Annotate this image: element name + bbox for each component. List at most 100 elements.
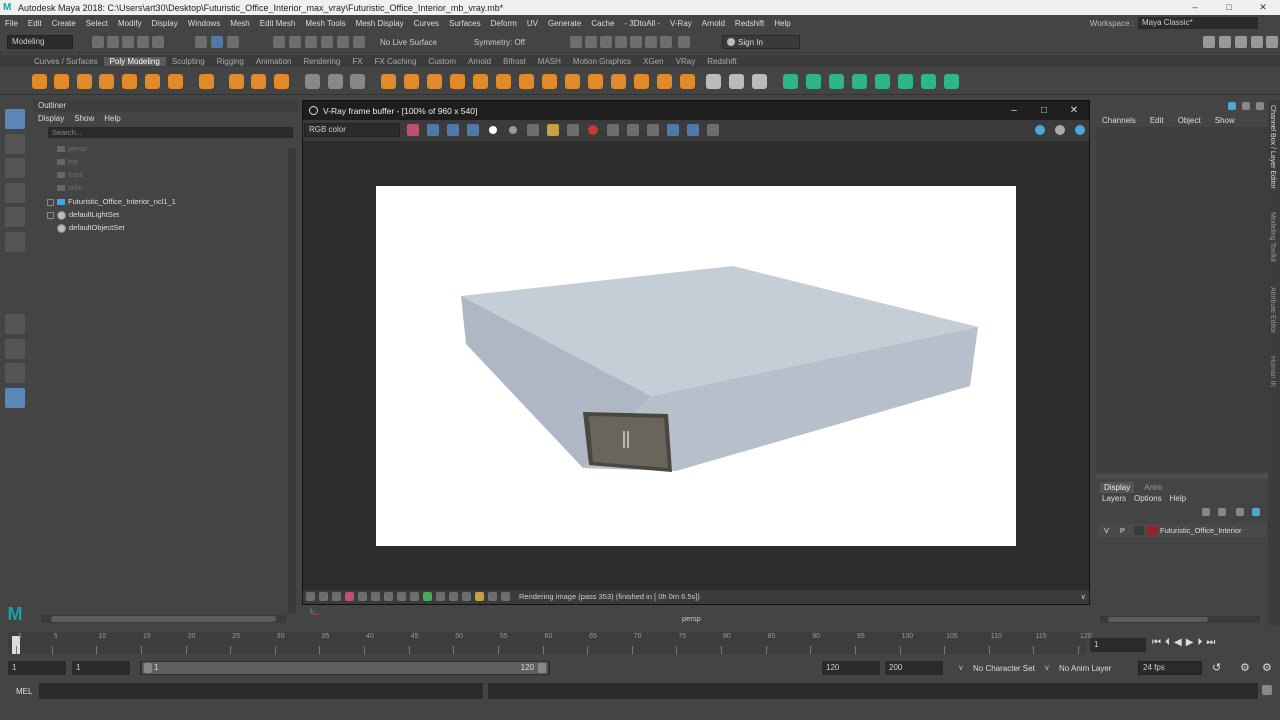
layer-menu-help[interactable]: Help <box>1170 494 1186 503</box>
settings-icon[interactable] <box>332 592 341 601</box>
workspace-dropdown[interactable]: Maya Classic* <box>1138 17 1258 29</box>
channel-box-menu-object[interactable]: Object <box>1178 116 1201 125</box>
snap-point-icon[interactable] <box>305 36 317 48</box>
menu-select[interactable]: Select <box>81 19 113 28</box>
vray-maximize-button[interactable]: □ <box>1029 101 1059 120</box>
ipr-icon[interactable] <box>1055 125 1065 135</box>
shelf-tab-xgen[interactable]: XGen <box>637 57 669 66</box>
snap-surface-icon[interactable] <box>337 36 349 48</box>
menu-edit[interactable]: Edit <box>23 19 47 28</box>
stop-render-icon[interactable] <box>588 125 598 135</box>
layer-menu-layers[interactable]: Layers <box>1102 494 1126 503</box>
poly-sphere-icon[interactable] <box>32 74 47 89</box>
poly-cube-icon[interactable] <box>54 74 69 89</box>
shelf-tab-mash[interactable]: MASH <box>532 57 567 66</box>
snap-grid-icon[interactable] <box>273 36 285 48</box>
stamp-icon[interactable] <box>306 592 315 601</box>
menu-create[interactable]: Create <box>47 19 81 28</box>
script-editor-icon[interactable] <box>1262 685 1272 695</box>
interactive-render-icon[interactable] <box>1075 125 1085 135</box>
quad-draw-icon[interactable] <box>657 74 672 89</box>
green-channel-icon[interactable] <box>447 124 459 136</box>
panel-divider[interactable] <box>1096 474 1268 479</box>
play-forward-icon[interactable]: ▶ <box>1186 637 1194 648</box>
sign-in-button[interactable]: Sign In <box>722 35 800 49</box>
time-slider[interactable]: 1 5 10 15 20 25 30 35 40 45 50 55 60 65 70 75 80 85 90 95 10… <box>0 632 1280 656</box>
tab-display[interactable]: Display <box>1100 482 1135 493</box>
snap-curve-icon[interactable] <box>289 36 301 48</box>
vray-close-button[interactable]: ✕ <box>1059 101 1089 120</box>
anim-end-field[interactable]: 200 <box>885 661 943 675</box>
menu-windows[interactable]: Windows <box>183 19 225 28</box>
step-back-key-icon[interactable]: ⏴ <box>1165 637 1170 648</box>
tab-channel-box[interactable]: Channel Box / Layer Editor <box>1269 105 1276 189</box>
tab-anim[interactable]: Anim <box>1134 482 1172 493</box>
outliner-item-office[interactable]: Futuristic_Office_Interior_ncl1_1 <box>47 195 176 208</box>
single-view-icon[interactable] <box>5 314 25 334</box>
curve-icon[interactable] <box>384 592 393 601</box>
spherical-map-icon[interactable] <box>852 74 867 89</box>
preferences-icon[interactable]: ⚙ <box>1262 661 1272 674</box>
layer-h-scrollbar[interactable] <box>1100 616 1260 623</box>
select-object-icon[interactable] <box>211 36 223 48</box>
poly-cone-icon[interactable] <box>99 74 114 89</box>
menu-set-dropdown[interactable]: Modeling <box>7 35 73 49</box>
tab-modeling-toolkit[interactable]: Modeling Toolkit <box>1269 212 1276 262</box>
auto-map-icon[interactable] <box>875 74 890 89</box>
mel-label[interactable]: MEL <box>16 687 32 696</box>
bevel-icon[interactable] <box>427 74 442 89</box>
menu-curves[interactable]: Curves <box>409 19 444 28</box>
render-icon[interactable] <box>1035 125 1045 135</box>
render-current-icon[interactable] <box>570 36 582 48</box>
lasso-tool-icon[interactable] <box>5 134 25 154</box>
four-view-icon[interactable] <box>5 339 25 359</box>
multi-cut-icon[interactable] <box>519 74 534 89</box>
fill-hole-icon[interactable] <box>473 74 488 89</box>
exposure-icon[interactable] <box>397 592 406 601</box>
loop-icon[interactable]: ↺ <box>1212 661 1221 674</box>
shelf-tab-animation[interactable]: Animation <box>250 57 298 66</box>
modeling-toolkit-icon[interactable] <box>1203 36 1215 48</box>
shelf-tab-rigging[interactable]: Rigging <box>211 57 250 66</box>
knife-icon[interactable] <box>706 74 721 89</box>
two-view-icon[interactable] <box>5 363 25 383</box>
outliner-menu-display[interactable]: Display <box>38 112 64 126</box>
clear-image-icon[interactable] <box>567 124 579 136</box>
channel-box-menu-channels[interactable]: Channels <box>1102 116 1136 125</box>
save-scene-icon[interactable] <box>122 36 134 48</box>
menu-arnold[interactable]: Arnold <box>697 19 730 28</box>
mirror-icon[interactable] <box>680 74 695 89</box>
shelf-tab-fx-caching[interactable]: FX Caching <box>369 57 423 66</box>
save-image-icon[interactable] <box>527 124 539 136</box>
outliner-menu-help[interactable]: Help <box>104 112 120 126</box>
outliner-item-persp[interactable]: persp <box>57 142 87 155</box>
render-settings-icon[interactable] <box>600 36 612 48</box>
tab-human-ik[interactable]: Human IK <box>1269 356 1276 387</box>
pause-icon[interactable] <box>678 36 690 48</box>
outliner-item-default-object-set[interactable]: defaultObjectSet <box>57 221 124 234</box>
color-correction-icon[interactable] <box>407 124 419 136</box>
slide-edge-icon[interactable] <box>729 74 744 89</box>
minimize-button[interactable]: – <box>1178 0 1212 15</box>
balance-icon[interactable] <box>436 592 445 601</box>
outliner-scrollbar[interactable] <box>288 148 296 614</box>
menu-display[interactable]: Display <box>147 19 183 28</box>
poly-plane-icon[interactable] <box>145 74 160 89</box>
channel-dropdown[interactable]: RGB color <box>304 123 400 137</box>
blue-channel-icon[interactable] <box>467 124 479 136</box>
uv-editor-icon[interactable] <box>783 74 798 89</box>
smooth-icon[interactable] <box>350 74 365 89</box>
menu-v-ray[interactable]: V-Ray <box>665 19 697 28</box>
hypershade-icon[interactable] <box>615 36 627 48</box>
tool-settings-icon[interactable] <box>1235 36 1247 48</box>
tab-attribute-editor[interactable]: Attribute Editor <box>1269 287 1276 333</box>
track-mouse-icon[interactable] <box>607 124 619 136</box>
merge-icon[interactable] <box>611 74 626 89</box>
range-slider[interactable]: 1 120 <box>140 661 550 675</box>
expand-icon[interactable] <box>47 198 54 206</box>
hdr-icon[interactable] <box>449 592 458 601</box>
svg-tool-icon[interactable] <box>274 74 289 89</box>
sculpt-icon[interactable] <box>752 74 767 89</box>
outliner-search-input[interactable]: Search... <box>48 127 293 138</box>
menu-uv[interactable]: UV <box>522 19 543 28</box>
